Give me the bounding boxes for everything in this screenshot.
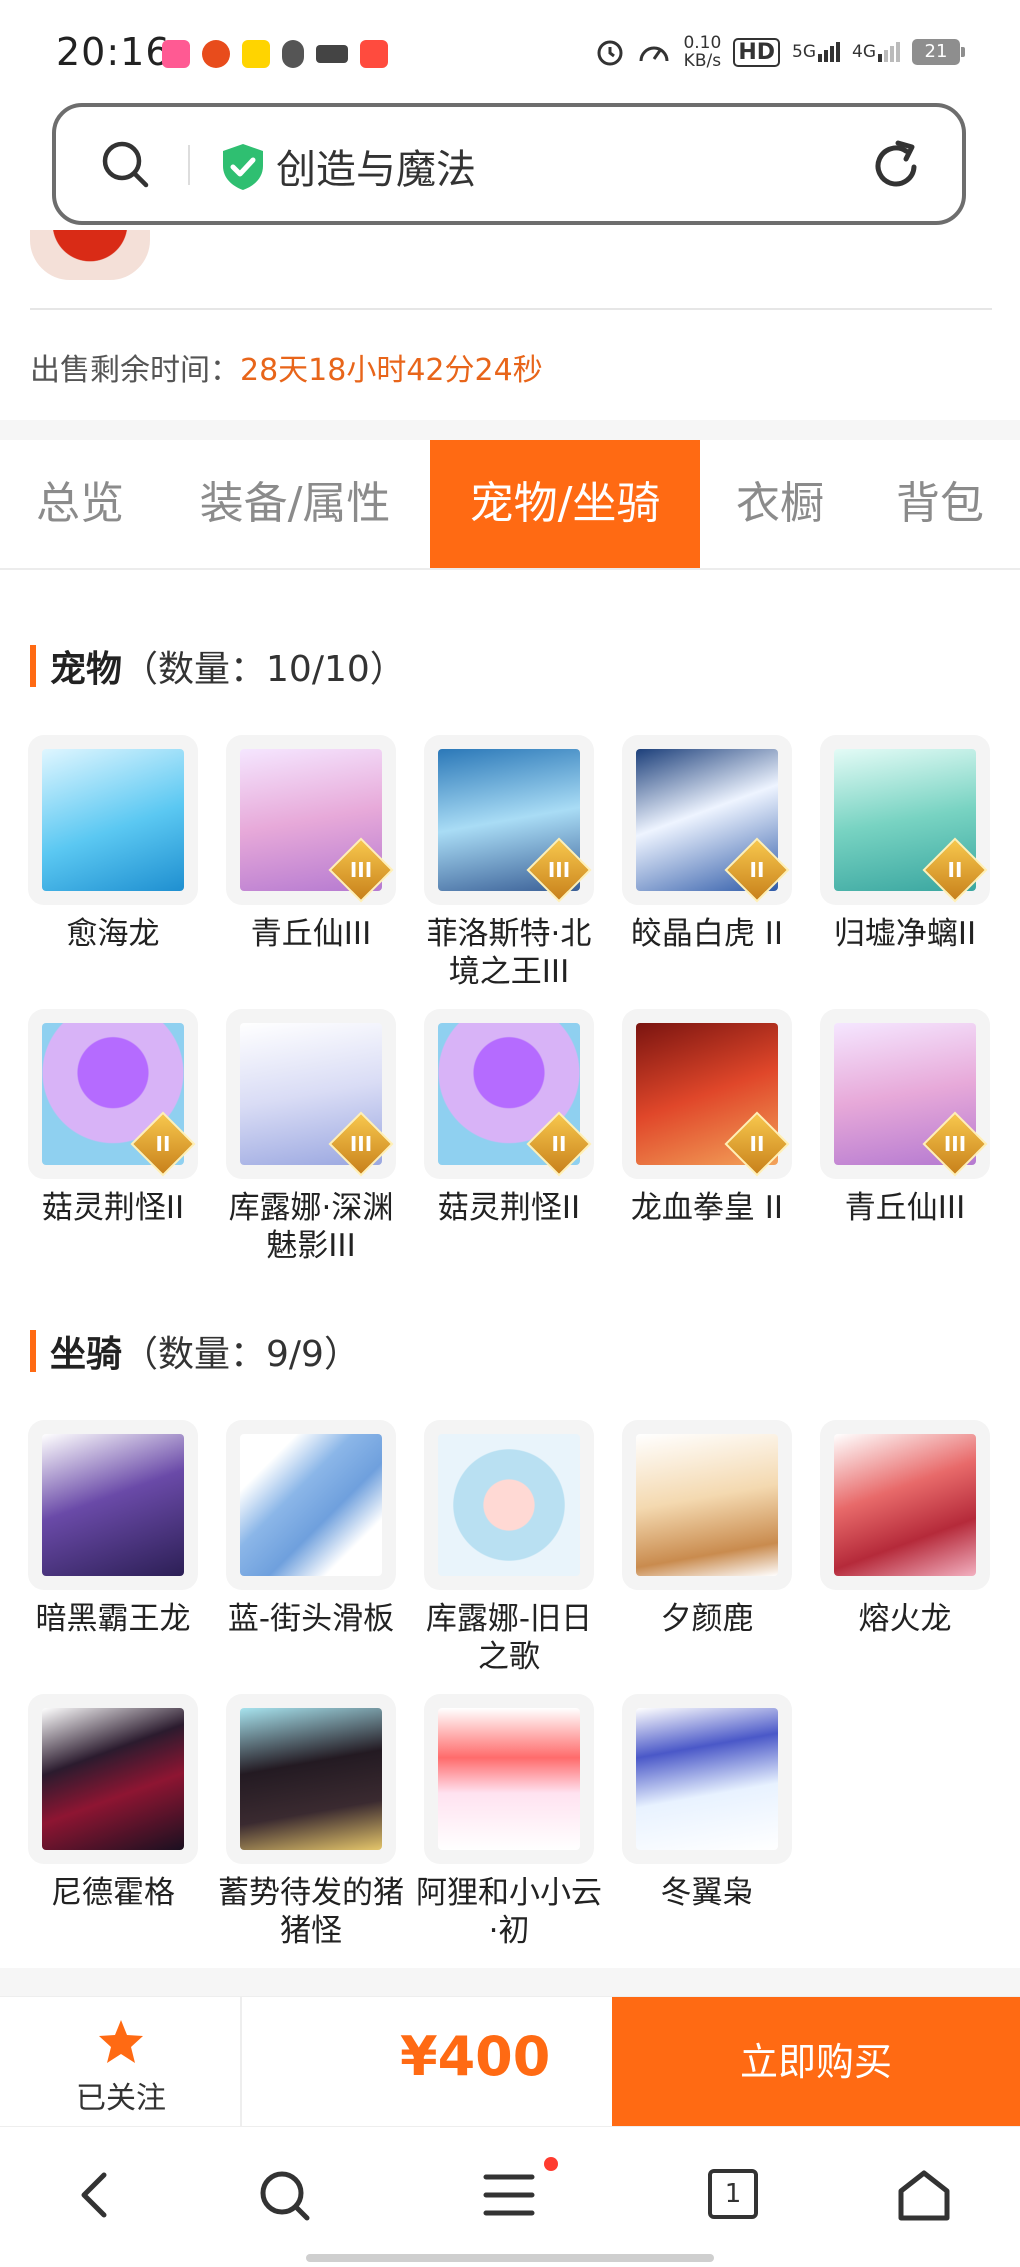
separator: [188, 145, 190, 185]
back-icon[interactable]: [72, 2169, 120, 2221]
seller-avatar: [30, 230, 150, 280]
hd-icon: HD: [733, 37, 780, 67]
mount-image: [240, 1434, 382, 1576]
section-gap: [0, 1968, 1020, 1996]
tab-backpack[interactable]: 背包: [870, 440, 1010, 568]
signal-4g: 4G: [852, 42, 900, 62]
pet-card[interactable]: II 菇灵荆怪II: [14, 1009, 212, 1227]
handshake-icon: [316, 45, 348, 63]
mount-card[interactable]: 暗黑霸王龙: [14, 1420, 212, 1638]
tab-overview[interactable]: 总览: [0, 440, 160, 568]
mount-card[interactable]: 阿狸和小小云·初: [410, 1694, 608, 1950]
pet-image: [42, 749, 184, 891]
follow-button[interactable]: 已关注: [0, 1997, 242, 2127]
pet-card[interactable]: III 青丘仙III: [806, 1009, 1004, 1227]
address-bar[interactable]: 创造与魔法: [52, 103, 966, 225]
home-icon[interactable]: [896, 2169, 952, 2223]
mount-image: [240, 1708, 382, 1850]
tab-equipment[interactable]: 装备/属性: [175, 440, 415, 568]
pumpkin-app-icon: [202, 40, 230, 68]
star-icon: [99, 2020, 143, 2063]
screen: 20:16 0.10 KB/s HD 5G 4G 21 创造与魔法 出售剩余时间…: [0, 0, 1020, 2267]
mounts-section-title: 坐骑 （数量：9/9）: [30, 1325, 360, 1377]
mount-image: [42, 1708, 184, 1850]
tab-bar: 总览 装备/属性 宠物/坐骑 衣橱 背包: [0, 440, 1020, 570]
search-icon[interactable]: [258, 2169, 312, 2223]
mount-card[interactable]: 蓄势待发的猪猪怪: [212, 1694, 410, 1950]
clock: 20:16: [56, 30, 171, 74]
mount-image: [636, 1708, 778, 1850]
battery-indicator: 21: [912, 39, 965, 65]
pet-card[interactable]: II 菇灵荆怪II: [410, 1009, 608, 1227]
pet-card[interactable]: III 青丘仙III: [212, 735, 410, 953]
menu-icon[interactable]: [482, 2169, 536, 2221]
gesture-bar: [306, 2254, 714, 2262]
follow-label: 已关注: [76, 2081, 166, 2116]
notification-icons: [162, 40, 388, 68]
system-icons: 0.10 KB/s HD 5G 4G 21: [595, 33, 965, 71]
alarm-icon: [597, 40, 623, 66]
tabs-button[interactable]: 1: [708, 2169, 758, 2219]
divider: [30, 308, 992, 310]
sale-time-row: 出售剩余时间：28天18小时42分24秒: [30, 345, 543, 389]
mount-card[interactable]: 库露娜-旧日之歌: [410, 1420, 608, 1676]
mount-image: [438, 1434, 580, 1576]
tab-wardrobe[interactable]: 衣橱: [715, 440, 845, 568]
sale-time-label: 出售剩余时间：: [30, 353, 240, 388]
notification-dot: [544, 2157, 558, 2171]
browser-nav-bar: 1: [0, 2126, 1020, 2267]
section-accent-bar: [30, 645, 36, 687]
reload-icon[interactable]: [868, 137, 924, 193]
price: ¥400: [400, 2025, 551, 2088]
signal-5g: 5G: [792, 42, 840, 62]
game-app-icon: [242, 40, 270, 68]
pet-card[interactable]: II 龙血拳皇 II: [608, 1009, 806, 1227]
bilibili-icon: [162, 40, 190, 68]
net-speed: 0.10 KB/s: [683, 33, 722, 71]
pet-card[interactable]: II 皎晶白虎 II: [608, 735, 806, 953]
section-accent-bar: [30, 1330, 36, 1372]
pets-section-title: 宠物 （数量：10/10）: [30, 640, 406, 692]
tab-pets-mounts[interactable]: 宠物/坐骑: [430, 440, 700, 568]
status-bar: 20:16 0.10 KB/s HD 5G 4G 21: [0, 0, 1020, 100]
mount-card[interactable]: 蓝-街头滑板: [212, 1420, 410, 1638]
mount-image: [438, 1708, 580, 1850]
location-icon: [282, 40, 304, 68]
speedometer-icon: [639, 46, 669, 62]
buy-now-button[interactable]: 立即购买: [612, 1997, 1020, 2127]
mount-card[interactable]: 冬翼枭: [608, 1694, 806, 1912]
seller-info-partial: [0, 230, 1020, 310]
shop-app-icon: [360, 40, 388, 68]
section-gap: [0, 420, 1020, 440]
mount-image: [42, 1434, 184, 1576]
mount-image: [834, 1434, 976, 1576]
purchase-bar: 已关注 ¥400 立即购买: [0, 1996, 1020, 2127]
sale-countdown: 28天18小时42分24秒: [240, 353, 543, 388]
pet-card[interactable]: III 菲洛斯特·北境之王III: [410, 735, 608, 991]
pet-card[interactable]: III 库露娜·深渊魅影III: [212, 1009, 410, 1265]
pet-card[interactable]: II 归墟净螭II: [806, 735, 1004, 953]
search-icon[interactable]: [100, 139, 152, 191]
mount-card[interactable]: 熔火龙: [806, 1420, 1004, 1638]
mount-image: [636, 1434, 778, 1576]
mount-card[interactable]: 夕颜鹿: [608, 1420, 806, 1638]
shield-check-icon: [223, 144, 263, 190]
page-title: 创造与魔法: [276, 147, 476, 193]
pet-card[interactable]: 愈海龙: [14, 735, 212, 953]
mount-card[interactable]: 尼德霍格: [14, 1694, 212, 1912]
